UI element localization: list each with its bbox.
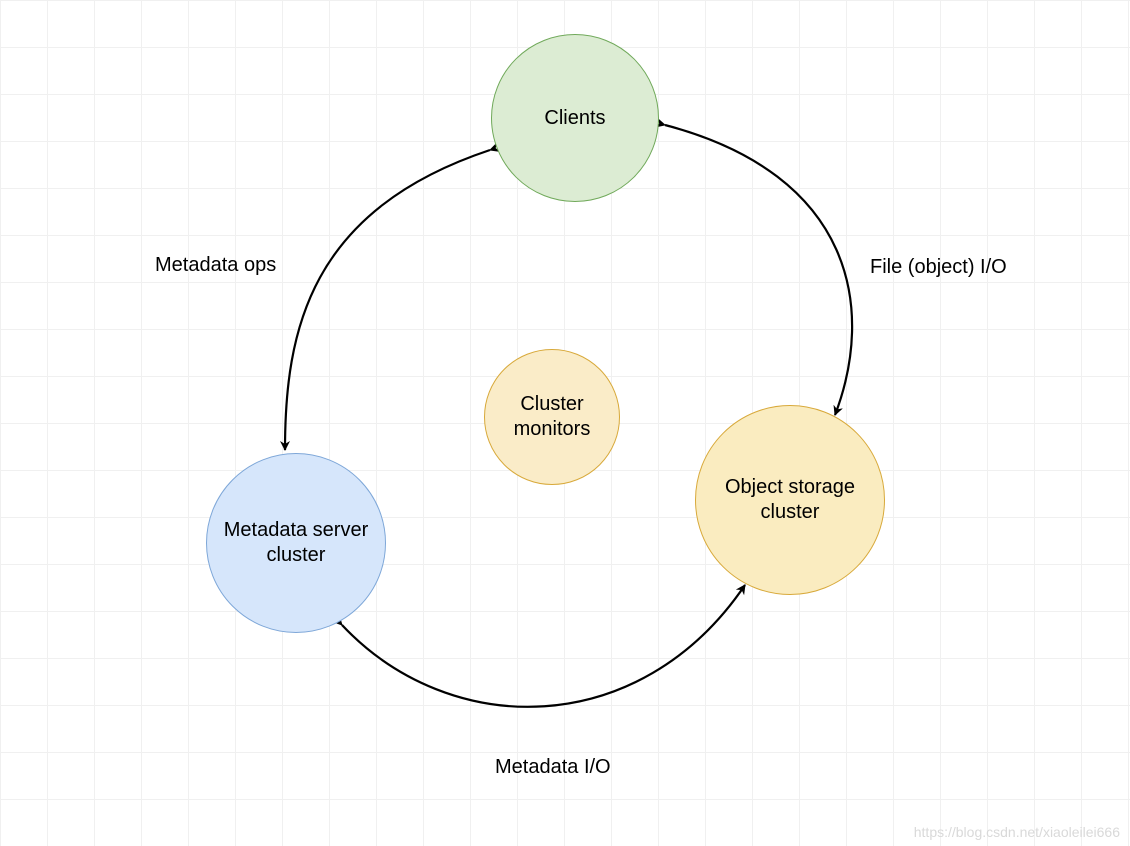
edge-metadata-io (342, 585, 745, 707)
node-cluster-monitors: Cluster monitors (484, 349, 620, 485)
label-metadata-io: Metadata I/O (495, 756, 611, 779)
label-metadata-ops: Metadata ops (155, 254, 276, 277)
node-clients: Clients (491, 34, 659, 202)
edge-metadata-ops (285, 150, 490, 450)
label-file-io: File (object) I/O (870, 256, 1007, 279)
diagram-canvas: Clients Cluster monitors Object storage … (0, 0, 1130, 846)
node-metadata-server: Metadata server cluster (206, 453, 386, 633)
node-object-storage-label: Object storage cluster (696, 469, 884, 531)
edge-file-io (665, 125, 852, 415)
node-metadata-server-label: Metadata server cluster (207, 512, 385, 574)
watermark-text: https://blog.csdn.net/xiaoleilei666 (914, 824, 1120, 840)
node-clients-label: Clients (538, 100, 611, 137)
node-cluster-monitors-label: Cluster monitors (485, 386, 619, 448)
node-object-storage: Object storage cluster (695, 405, 885, 595)
